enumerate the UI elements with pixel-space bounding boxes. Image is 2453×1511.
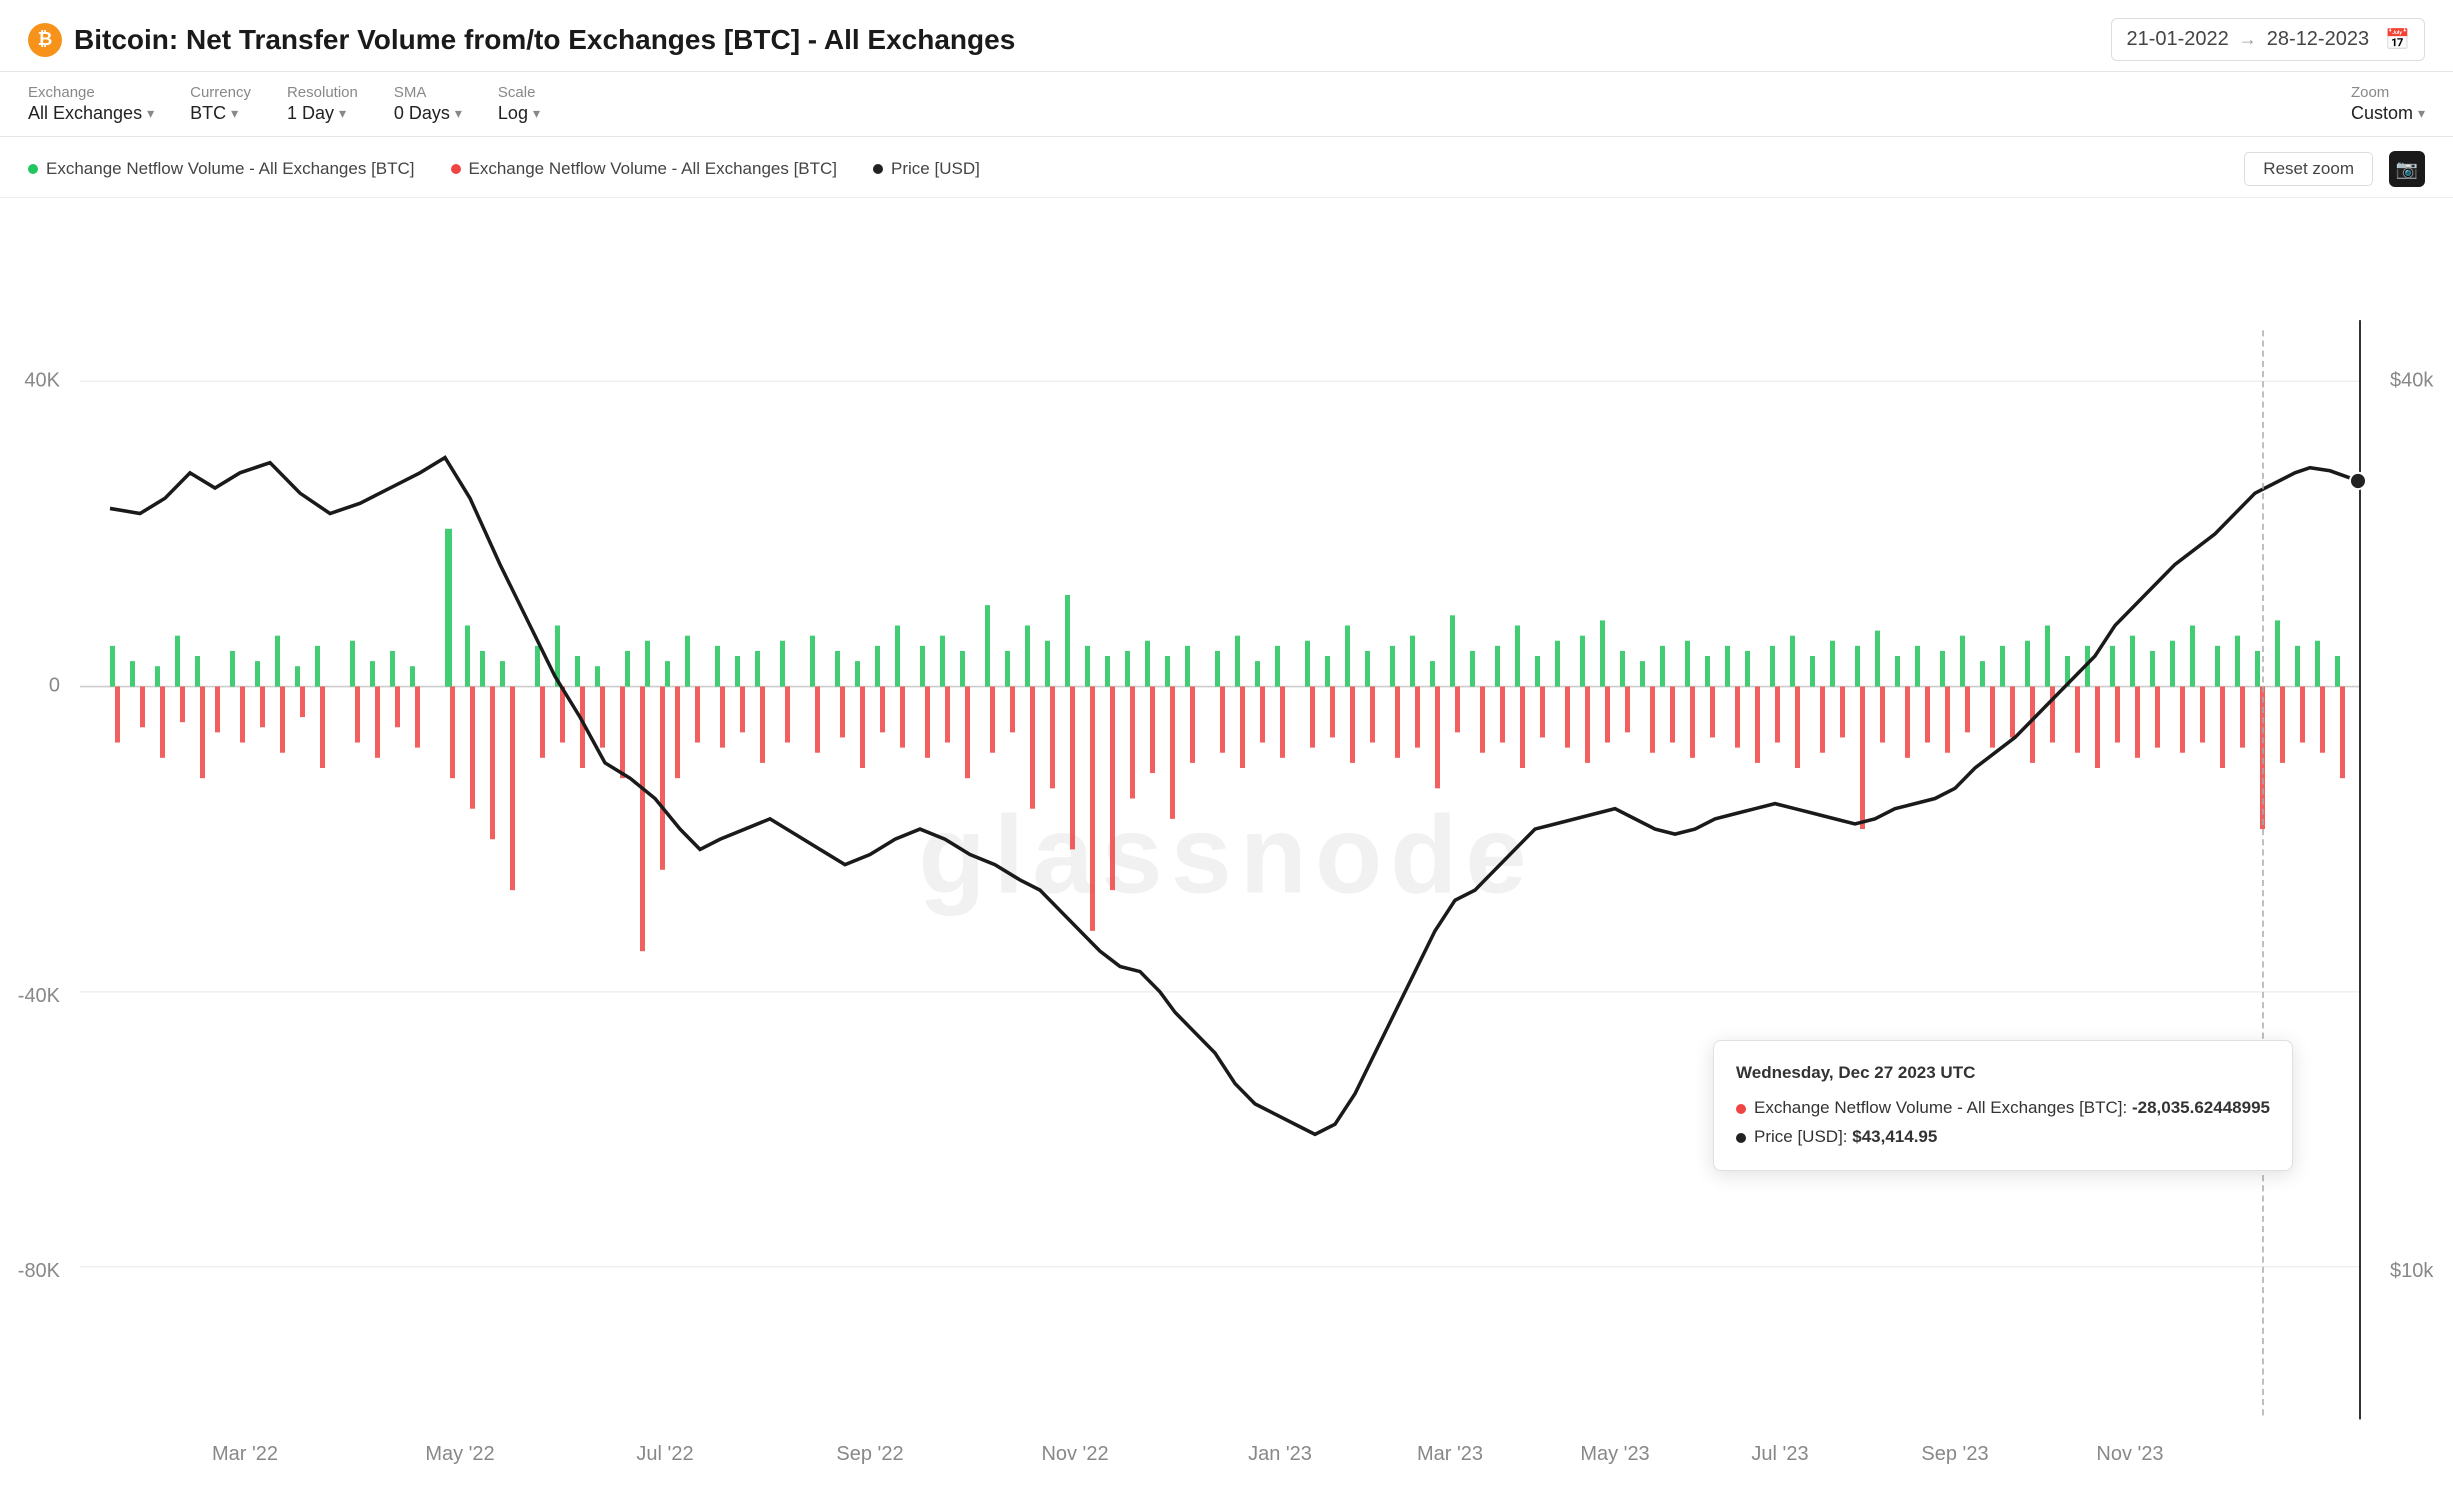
svg-text:Nov '23: Nov '23: [2096, 1443, 2163, 1465]
legend-item-red: Exchange Netflow Volume - All Exchanges …: [451, 159, 838, 179]
chart-title: Bitcoin: Net Transfer Volume from/to Exc…: [74, 24, 1015, 56]
tooltip-price-value: $43,414.95: [1852, 1127, 1937, 1146]
chart-area: glassnode 40K 0 -40K -80K $40k $10k: [0, 198, 2453, 1511]
svg-text:Jul '22: Jul '22: [636, 1443, 693, 1465]
date-start: 21-01-2022: [2126, 28, 2228, 51]
controls-bar: Exchange All Exchanges ▾ Currency BTC ▾ …: [0, 72, 2453, 137]
svg-text:-40K: -40K: [18, 985, 61, 1007]
legend-bar: Exchange Netflow Volume - All Exchanges …: [0, 137, 2453, 198]
svg-text:$40k: $40k: [2390, 369, 2434, 391]
svg-text:May '23: May '23: [1580, 1443, 1649, 1465]
sma-chevron-icon: ▾: [455, 105, 462, 122]
legend-item-green: Exchange Netflow Volume - All Exchanges …: [28, 159, 415, 179]
btc-icon: ₿: [28, 23, 62, 57]
tooltip-dark-dot-icon: [1736, 1133, 1746, 1143]
svg-text:-80K: -80K: [18, 1260, 61, 1282]
zoom-select[interactable]: Custom ▾: [2351, 103, 2425, 124]
exchange-control: Exchange All Exchanges ▾: [28, 84, 154, 124]
svg-text:Mar '23: Mar '23: [1417, 1443, 1483, 1465]
green-bars: [110, 529, 2340, 687]
resolution-control: Resolution 1 Day ▾: [287, 84, 358, 124]
tooltip-price-row: Price [USD]: $43,414.95: [1736, 1123, 2270, 1152]
red-bars: [115, 687, 2345, 952]
resolution-select[interactable]: 1 Day ▾: [287, 103, 358, 124]
currency-chevron-icon: ▾: [231, 105, 238, 122]
camera-icon[interactable]: 📷: [2389, 151, 2425, 187]
svg-text:Mar '22: Mar '22: [212, 1443, 278, 1465]
sma-select[interactable]: 0 Days ▾: [394, 103, 462, 124]
legend-label-dark: Price [USD]: [891, 159, 980, 179]
reset-zoom-button[interactable]: Reset zoom: [2244, 152, 2373, 186]
svg-text:Sep '23: Sep '23: [1921, 1443, 1988, 1465]
tooltip-red-dot-icon: [1736, 1104, 1746, 1114]
scale-select[interactable]: Log ▾: [498, 103, 540, 124]
tooltip-netflow-row: Exchange Netflow Volume - All Exchanges …: [1736, 1094, 2270, 1123]
zoom-label: Zoom: [2351, 84, 2425, 101]
tooltip-netflow-value: -28,035.62448995: [2132, 1098, 2270, 1117]
resolution-chevron-icon: ▾: [339, 105, 346, 122]
green-dot-icon: [28, 164, 38, 174]
date-end: 28-12-2023: [2267, 28, 2369, 51]
svg-text:Jan '23: Jan '23: [1248, 1443, 1312, 1465]
legend-item-dark: Price [USD]: [873, 159, 980, 179]
tooltip-price-label: Price [USD]: $43,414.95: [1754, 1123, 1937, 1152]
sma-control: SMA 0 Days ▾: [394, 84, 462, 124]
zoom-chevron-icon: ▾: [2418, 105, 2425, 122]
exchange-select[interactable]: All Exchanges ▾: [28, 103, 154, 124]
cursor-dot: [2350, 473, 2366, 489]
date-arrow: →: [2239, 29, 2257, 50]
legend-label-green: Exchange Netflow Volume - All Exchanges …: [46, 159, 415, 179]
tooltip-netflow-label: Exchange Netflow Volume - All Exchanges …: [1754, 1094, 2270, 1123]
date-range[interactable]: 21-01-2022 → 28-12-2023 📅: [2111, 18, 2425, 61]
svg-text:40K: 40K: [24, 369, 60, 391]
currency-label: Currency: [190, 84, 251, 101]
svg-text:0: 0: [49, 674, 60, 696]
currency-control: Currency BTC ▾: [190, 84, 251, 124]
scale-chevron-icon: ▾: [533, 105, 540, 122]
tooltip-date: Wednesday, Dec 27 2023 UTC: [1736, 1059, 2270, 1088]
svg-text:Sep '22: Sep '22: [836, 1443, 903, 1465]
header: ₿ Bitcoin: Net Transfer Volume from/to E…: [0, 0, 2453, 72]
svg-text:Jul '23: Jul '23: [1751, 1443, 1808, 1465]
chart-tooltip: Wednesday, Dec 27 2023 UTC Exchange Netf…: [1713, 1040, 2293, 1171]
legend-label-red: Exchange Netflow Volume - All Exchanges …: [469, 159, 838, 179]
resolution-label: Resolution: [287, 84, 358, 101]
exchange-chevron-icon: ▾: [147, 105, 154, 122]
currency-select[interactable]: BTC ▾: [190, 103, 251, 124]
zoom-control: Zoom Custom ▾: [2351, 84, 2425, 124]
exchange-label: Exchange: [28, 84, 154, 101]
scale-label: Scale: [498, 84, 540, 101]
svg-text:Nov '22: Nov '22: [1041, 1443, 1108, 1465]
dark-dot-icon: [873, 164, 883, 174]
calendar-icon: 📅: [2385, 27, 2410, 52]
chart-svg: 40K 0 -40K -80K $40k $10k: [0, 198, 2453, 1511]
sma-label: SMA: [394, 84, 462, 101]
svg-text:May '22: May '22: [425, 1443, 494, 1465]
legend-actions: Reset zoom 📷: [2244, 151, 2425, 187]
red-dot-icon: [451, 164, 461, 174]
scale-control: Scale Log ▾: [498, 84, 540, 124]
header-left: ₿ Bitcoin: Net Transfer Volume from/to E…: [28, 23, 1015, 57]
svg-text:$10k: $10k: [2390, 1260, 2434, 1282]
